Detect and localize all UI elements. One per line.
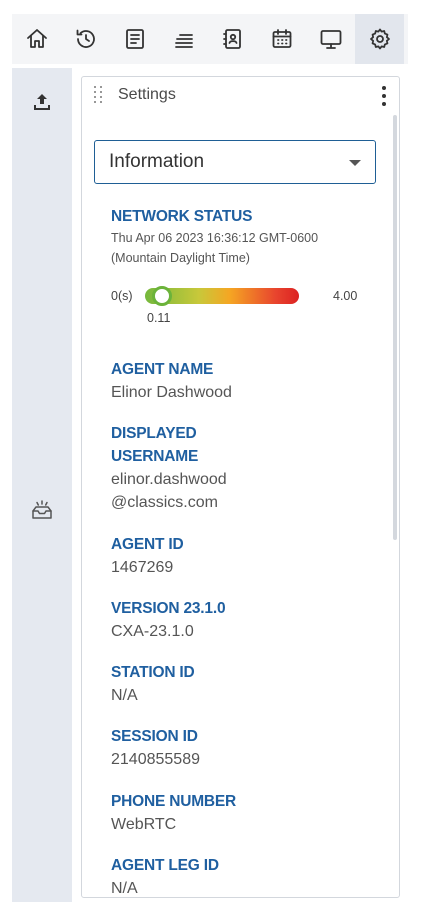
session-id-value: 2140855589 xyxy=(111,751,200,768)
agent-id-value: 1467269 xyxy=(111,559,174,576)
displayed-username-value-2: @classics.com xyxy=(111,494,218,511)
gauge-value-label: 0.11 xyxy=(147,311,171,325)
network-status-section: NETWORK STATUS Thu Apr 06 2023 16:36:12 … xyxy=(111,205,318,268)
info-category-select[interactable]: Information xyxy=(94,140,376,184)
upload-icon xyxy=(34,94,50,110)
nav-notes-button[interactable] xyxy=(110,14,159,64)
network-latency-gauge: 0(s) 4.00 0.11 xyxy=(111,285,357,325)
agent-leg-id-section: AGENT LEG ID N/A xyxy=(111,854,219,897)
upload-button[interactable] xyxy=(12,82,72,122)
phone-number-label: PHONE NUMBER xyxy=(111,793,237,810)
phone-number-section: PHONE NUMBER WebRTC xyxy=(111,790,236,836)
notes-icon xyxy=(125,29,144,49)
phone-number-value: WebRTC xyxy=(111,816,177,833)
network-status-label: NETWORK STATUS xyxy=(111,208,253,225)
session-id-section: SESSION ID 2140855589 xyxy=(111,725,200,771)
left-rail xyxy=(12,68,72,902)
agent-leg-id-value: N/A xyxy=(111,880,138,897)
version-label: VERSION 23.1.0 xyxy=(111,600,226,617)
settings-panel: Settings Information NETWORK STATUS Thu … xyxy=(81,76,400,898)
agent-name-value: Elinor Dashwood xyxy=(111,384,232,401)
queue-icon xyxy=(174,34,193,48)
station-id-section: STATION ID N/A xyxy=(111,661,195,707)
contacts-icon xyxy=(222,29,241,49)
nav-calendar-button[interactable] xyxy=(257,14,306,64)
displayed-username-value-1: elinor.dashwood xyxy=(111,471,227,488)
panel-title: Settings xyxy=(118,86,176,103)
nav-home-button[interactable] xyxy=(12,14,61,64)
version-value: CXA-23.1.0 xyxy=(111,623,194,640)
nav-settings-button[interactable] xyxy=(355,14,404,64)
agent-name-section: AGENT NAME Elinor Dashwood xyxy=(111,358,232,404)
monitor-icon xyxy=(320,30,341,49)
inbox-icon xyxy=(32,500,52,519)
panel-scrollbar[interactable] xyxy=(393,115,397,540)
calendar-icon xyxy=(272,29,291,48)
displayed-username-label-1: DISPLAYED xyxy=(111,425,197,442)
gear-icon xyxy=(369,28,390,50)
nav-queue-button[interactable] xyxy=(159,14,208,64)
more-options-icon[interactable] xyxy=(381,86,387,106)
history-icon xyxy=(76,29,95,48)
agent-leg-id-label: AGENT LEG ID xyxy=(111,857,219,874)
network-status-timezone: (Mountain Daylight Time) xyxy=(111,251,250,265)
gauge-min-label: 0(s) xyxy=(111,289,133,303)
displayed-username-section: DISPLAYED USERNAME elinor.dashwood @clas… xyxy=(111,422,227,514)
station-id-value: N/A xyxy=(111,687,138,704)
nav-contacts-button[interactable] xyxy=(208,14,257,64)
chevron-down-icon xyxy=(349,160,361,166)
version-section: VERSION 23.1.0 CXA-23.1.0 xyxy=(111,597,226,643)
session-id-label: SESSION ID xyxy=(111,728,198,745)
network-status-timestamp: Thu Apr 06 2023 16:36:12 GMT-0600 xyxy=(111,231,319,245)
gauge-max-label: 4.00 xyxy=(333,289,358,303)
station-id-label: STATION ID xyxy=(111,664,195,681)
agent-id-section: AGENT ID 1467269 xyxy=(111,533,184,579)
select-value: Information xyxy=(109,151,205,172)
home-icon xyxy=(26,29,47,48)
nav-history-button[interactable] xyxy=(61,14,110,64)
agent-name-label: AGENT NAME xyxy=(111,361,214,378)
agent-id-label: AGENT ID xyxy=(111,536,184,553)
inbox-button[interactable] xyxy=(12,490,72,530)
gauge-indicator xyxy=(151,286,172,306)
top-nav-bar xyxy=(12,14,408,64)
displayed-username-label-2: USERNAME xyxy=(111,448,199,465)
panel-header: Settings xyxy=(82,77,399,113)
drag-handle-icon[interactable] xyxy=(94,86,104,104)
nav-monitor-button[interactable] xyxy=(306,14,355,64)
